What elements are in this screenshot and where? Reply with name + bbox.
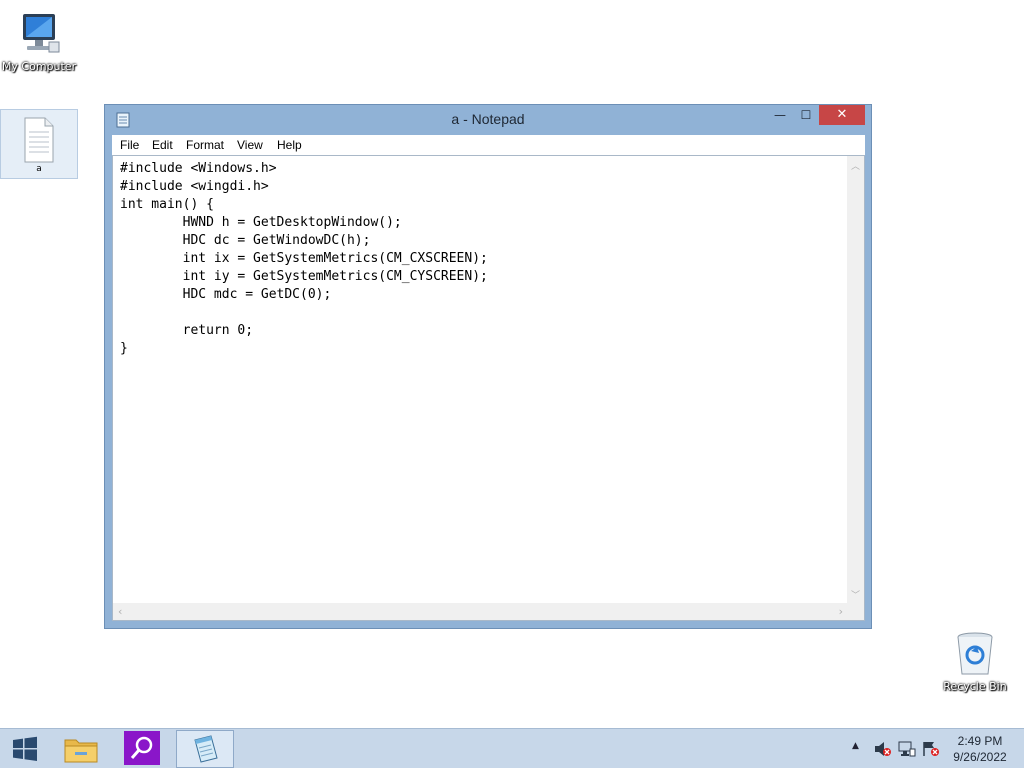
maximize-button[interactable]: ☐: [793, 105, 819, 125]
vertical-scrollbar[interactable]: ︿ ﹀: [847, 156, 864, 604]
horizontal-scrollbar[interactable]: ‹ ›: [113, 603, 848, 620]
network-icon[interactable]: [898, 741, 916, 757]
volume-muted-icon[interactable]: [874, 741, 892, 757]
title-bar[interactable]: a - Notepad — ☐ ✕: [105, 105, 871, 135]
menu-help[interactable]: Help: [277, 138, 302, 152]
clock-time: 2:49 PM: [957, 734, 1003, 748]
scroll-up-arrow-icon[interactable]: ︿: [851, 159, 860, 172]
windows-logo-icon: [13, 736, 37, 761]
scroll-right-arrow-icon[interactable]: ›: [839, 605, 843, 618]
clock-date: 9/26/2022: [953, 750, 1007, 764]
scroll-down-arrow-icon[interactable]: ﹀: [851, 588, 860, 601]
menu-format[interactable]: Format: [186, 138, 224, 152]
scroll-corner: [847, 603, 864, 620]
start-button[interactable]: [0, 730, 52, 768]
taskbar: ▲ 2:49 PM 9/26/2022: [0, 728, 1024, 768]
taskbar-clock[interactable]: 2:49 PM 9/26/2022: [946, 733, 1014, 765]
editor-content[interactable]: #include <Windows.h> #include <wingdi.h>…: [120, 160, 488, 358]
computer-icon: [23, 14, 60, 53]
magnifier-icon: [130, 736, 153, 759]
close-button[interactable]: ✕: [819, 105, 865, 125]
taskbar-file-explorer[interactable]: [52, 730, 110, 768]
notepad-window: a - Notepad — ☐ ✕ File Edit Format View …: [104, 104, 872, 629]
text-file-icon: [24, 117, 54, 163]
recycle-bin-icon: [957, 632, 993, 675]
show-hidden-icons-chevron-icon[interactable]: ▲: [852, 741, 859, 768]
menu-bar: File Edit Format View Help: [112, 135, 865, 155]
minimize-button[interactable]: —: [767, 105, 793, 125]
desktop-icon-my-computer[interactable]: My Computer: [0, 4, 78, 73]
text-editor-area[interactable]: #include <Windows.h> #include <wingdi.h>…: [112, 155, 865, 621]
action-center-flag-icon[interactable]: [922, 741, 940, 757]
desktop-icon-recycle-bin[interactable]: Recycle Bin: [936, 628, 1014, 693]
desktop-icon-file-a[interactable]: a: [0, 109, 78, 179]
desktop-icon-label: a: [36, 164, 42, 174]
desktop-icon-label: My Computer: [1, 60, 77, 73]
menu-view[interactable]: View: [237, 138, 263, 152]
menu-file[interactable]: File: [120, 138, 139, 152]
menu-edit[interactable]: Edit: [152, 138, 173, 152]
window-title: a - Notepad: [451, 111, 525, 127]
folder-icon: [64, 739, 98, 763]
taskbar-search[interactable]: [124, 731, 160, 765]
desktop-icon-label: Recycle Bin: [943, 680, 1007, 693]
notepad-icon: [194, 735, 218, 763]
taskbar-notepad[interactable]: [176, 730, 234, 768]
scroll-left-arrow-icon[interactable]: ‹: [118, 605, 122, 618]
